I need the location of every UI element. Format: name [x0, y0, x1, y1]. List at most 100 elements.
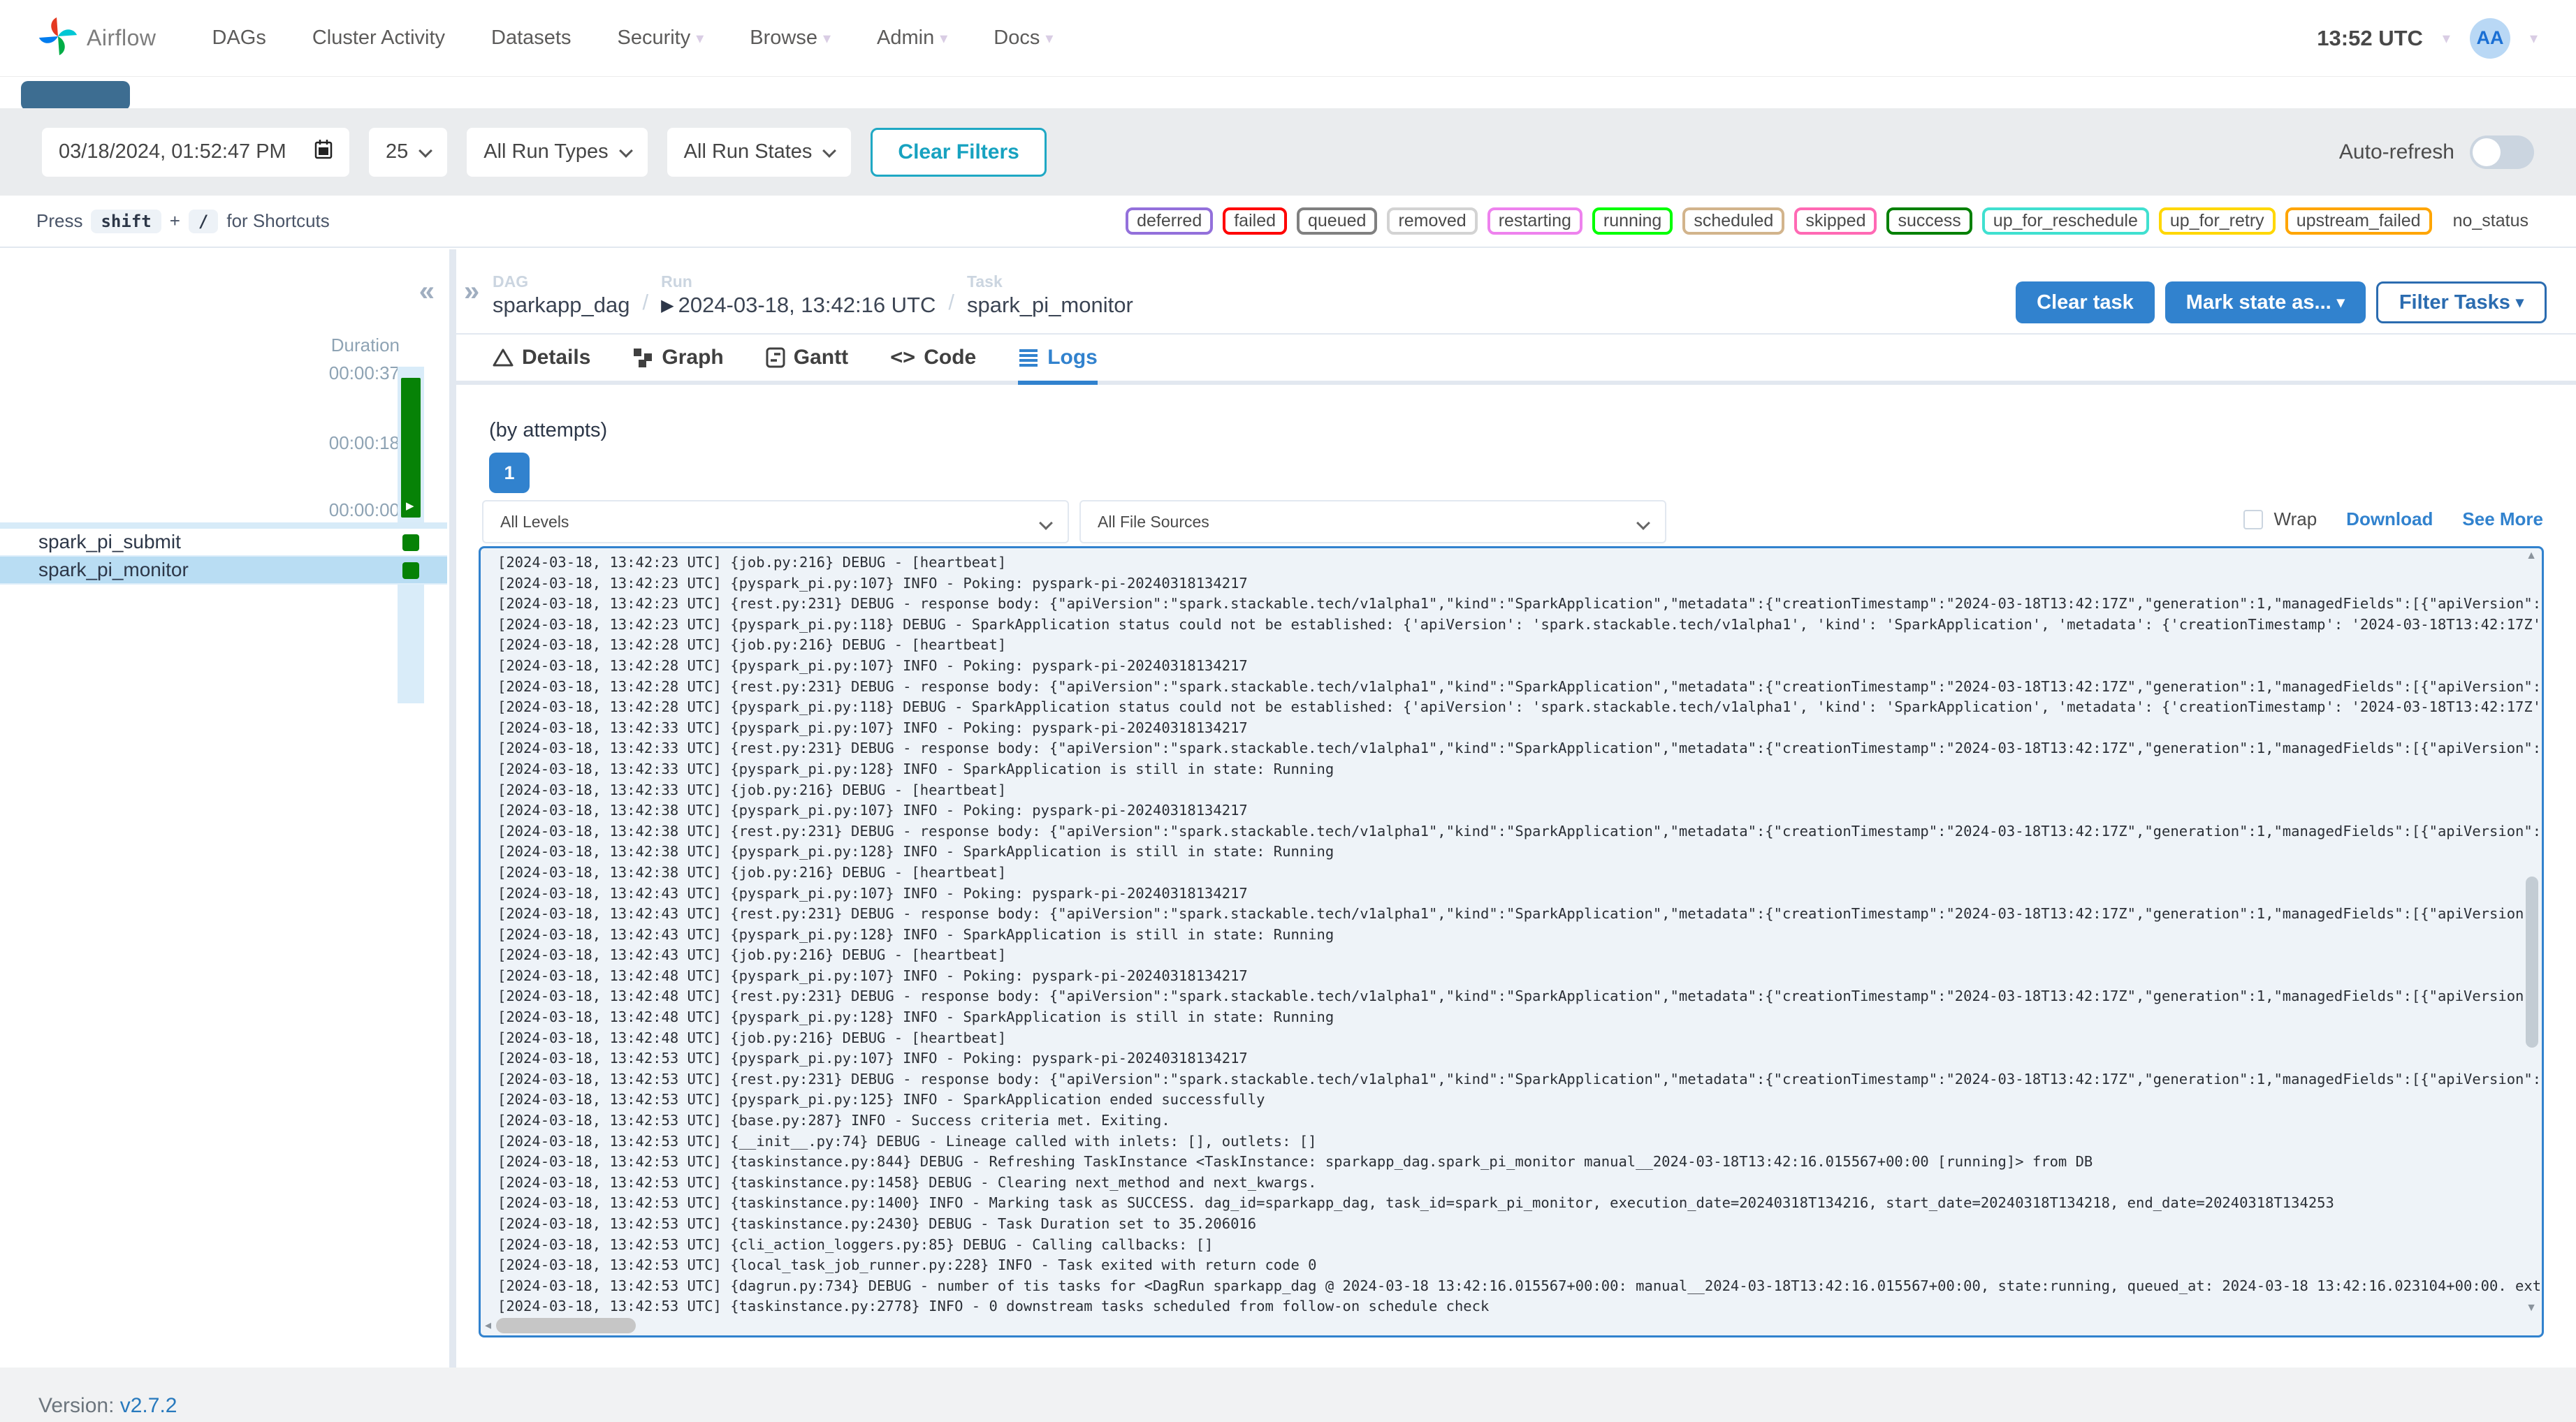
base-date-input[interactable]: 03/18/2024, 01:52:47 PM	[42, 127, 349, 177]
airflow-brand[interactable]: Airflow	[36, 15, 157, 61]
scroll-down-arrow-icon[interactable]: ▼	[2526, 1302, 2537, 1314]
utc-clock[interactable]: 13:52 UTC	[2317, 26, 2423, 51]
manual-run-play-icon: ▶	[406, 500, 414, 512]
tab-code[interactable]: <> Code	[890, 345, 976, 385]
grid-sidebar: « Duration 00:00:37 00:00:18 00:00:00 ▶ …	[0, 249, 447, 1367]
file-source-select[interactable]: All File Sources	[1079, 500, 1666, 543]
log-line: [2024-03-18, 13:42:53 UTC] {taskinstance…	[497, 1194, 2334, 1212]
horizontal-scrollbar-thumb[interactable]	[496, 1318, 636, 1333]
clear-task-button[interactable]: Clear task	[2016, 281, 2155, 323]
status-badge-queued: queued	[1297, 207, 1378, 235]
nav-docs[interactable]: Docs ▾	[994, 27, 1053, 50]
nav-admin[interactable]: Admin ▾	[877, 27, 947, 50]
run-types-select[interactable]: All Run Types	[467, 127, 648, 177]
page-size-select[interactable]: 25	[369, 127, 448, 177]
partially-hidden-button[interactable]	[21, 81, 130, 110]
status-badge-upstream_failed: upstream_failed	[2285, 207, 2432, 235]
task-instance-square[interactable]	[402, 562, 419, 579]
task-instance-square[interactable]	[402, 534, 419, 551]
auto-refresh-toggle[interactable]	[2470, 135, 2534, 169]
log-lines: [2024-03-18, 13:42:23 UTC] {job.py:216} …	[481, 548, 2542, 1317]
wrap-toggle[interactable]: Wrap	[2243, 508, 2317, 530]
caret-down-icon: ▾	[1045, 29, 1054, 47]
caret-down-icon: ▾	[696, 29, 704, 47]
nav-cluster-activity[interactable]: Cluster Activity	[312, 27, 445, 50]
breadcrumb-separator: /	[642, 290, 649, 314]
duration-axis-label: Duration	[330, 335, 400, 356]
brand-text: Airflow	[87, 25, 157, 50]
see-more-link[interactable]: See More	[2462, 508, 2543, 530]
clear-filters-button[interactable]: Clear Filters	[871, 127, 1047, 177]
log-line: [2024-03-18, 13:42:48 UTC] {rest.py:231}…	[497, 988, 2544, 1005]
breadcrumb: DAG sparkapp_dag / Run ▶ 2024-03-18, 13:4…	[493, 272, 1133, 318]
caret-down-icon: ▾	[823, 29, 831, 47]
vertical-scrollbar-thumb[interactable]	[2526, 877, 2538, 1048]
log-line: [2024-03-18, 13:42:53 UTC] {rest.py:231}…	[497, 1070, 2544, 1087]
log-line: [2024-03-18, 13:42:48 UTC] {pyspark_pi.p…	[497, 967, 1248, 984]
breadcrumb-dag[interactable]: DAG sparkapp_dag	[493, 272, 630, 318]
log-line: [2024-03-18, 13:42:43 UTC] {pyspark_pi.p…	[497, 925, 1334, 943]
log-line: [2024-03-18, 13:42:33 UTC] {rest.py:231}…	[497, 740, 2544, 757]
log-output-box[interactable]: [2024-03-18, 13:42:23 UTC] {job.py:216} …	[479, 546, 2544, 1337]
log-line: [2024-03-18, 13:42:53 UTC] {pyspark_pi.p…	[497, 1091, 1265, 1108]
wrap-checkbox[interactable]	[2243, 509, 2263, 529]
nav-datasets[interactable]: Datasets	[491, 27, 571, 50]
mark-state-as-button[interactable]: Mark state as... ▾	[2164, 281, 2366, 323]
log-line: [2024-03-18, 13:42:28 UTC] {job.py:216} …	[497, 636, 1007, 654]
user-avatar[interactable]: AA	[2469, 17, 2510, 59]
log-line: [2024-03-18, 13:42:33 UTC] {pyspark_pi.p…	[497, 760, 1334, 777]
collapse-sidebar-icon[interactable]: «	[419, 276, 435, 307]
log-line: [2024-03-18, 13:42:53 UTC] {local_task_j…	[497, 1256, 1317, 1274]
code-icon: <>	[890, 345, 916, 369]
scroll-up-arrow-icon[interactable]: ▲	[2526, 550, 2537, 562]
task-row-spark_pi_submit[interactable]: spark_pi_submit	[0, 529, 447, 557]
tab-gantt[interactable]: Gantt	[766, 345, 848, 385]
panel-divider[interactable]	[449, 249, 456, 1368]
calendar-icon[interactable]	[314, 139, 333, 166]
log-line: [2024-03-18, 13:42:33 UTC] {pyspark_pi.p…	[497, 719, 1248, 736]
status-badge-up_for_retry: up_for_retry	[2158, 207, 2276, 235]
navbar-right: 13:52 UTC ▾ AA ▾	[2317, 17, 2538, 59]
caret-down-icon: ▾	[2336, 293, 2345, 311]
download-log-link[interactable]: Download	[2346, 508, 2433, 530]
chevron-down-icon	[1039, 516, 1053, 530]
log-line: [2024-03-18, 13:42:53 UTC] {taskinstance…	[497, 1153, 2093, 1171]
logs-icon	[1019, 349, 1038, 367]
log-line: [2024-03-18, 13:42:53 UTC] {cli_action_l…	[497, 1236, 1214, 1253]
nav-browse[interactable]: Browse ▾	[750, 27, 831, 50]
scroll-left-arrow-icon[interactable]: ◂	[485, 1318, 491, 1333]
log-line: [2024-03-18, 13:42:53 UTC] {taskinstance…	[497, 1173, 1317, 1191]
nav-dags[interactable]: DAGs	[212, 27, 266, 50]
log-line: [2024-03-18, 13:42:38 UTC] {pyspark_pi.p…	[497, 843, 1334, 860]
breadcrumb-run[interactable]: Run ▶ 2024-03-18, 13:42:16 UTC	[661, 272, 936, 318]
filter-bar: 03/18/2024, 01:52:47 PM 25 All Run Types…	[0, 108, 2576, 196]
attempt-1-button[interactable]: 1	[489, 453, 530, 493]
details-icon	[493, 349, 514, 366]
log-line: [2024-03-18, 13:42:28 UTC] {pyspark_pi.p…	[497, 698, 2544, 716]
version-label: Version:	[38, 1394, 115, 1417]
tab-graph[interactable]: Graph	[632, 345, 724, 385]
task-row-spark_pi_monitor[interactable]: spark_pi_monitor	[0, 557, 447, 585]
run-duration-bar[interactable]: ▶	[401, 378, 421, 518]
expand-panel-icon[interactable]: »	[464, 276, 479, 307]
filter-tasks-button[interactable]: Filter Tasks ▾	[2375, 281, 2547, 323]
log-line: [2024-03-18, 13:42:38 UTC] {job.py:216} …	[497, 863, 1007, 881]
tab-logs[interactable]: Logs	[1018, 345, 1098, 385]
slash-key: /	[188, 209, 219, 233]
header-divider	[456, 333, 2576, 335]
log-level-select[interactable]: All Levels	[482, 500, 1069, 543]
tab-details[interactable]: Details	[493, 345, 590, 385]
version-link[interactable]: v2.7.2	[120, 1394, 177, 1417]
status-badge-scheduled: scheduled	[1682, 207, 1785, 235]
status-legend: deferred failed queued removed restarting run…	[1126, 207, 2540, 235]
run-states-select[interactable]: All Run States	[667, 127, 852, 177]
caret-down-icon[interactable]: ▾	[2443, 29, 2450, 47]
caret-down-icon[interactable]: ▾	[2530, 29, 2538, 47]
status-badge-running: running	[1592, 207, 1673, 235]
task-action-buttons: Clear task Mark state as... ▾ Filter Tas…	[2016, 281, 2547, 323]
log-line: [2024-03-18, 13:42:33 UTC] {job.py:216} …	[497, 781, 1007, 798]
log-line: [2024-03-18, 13:42:28 UTC] {pyspark_pi.p…	[497, 657, 1248, 674]
log-line: [2024-03-18, 13:42:48 UTC] {pyspark_pi.p…	[497, 1009, 1334, 1026]
breadcrumb-task[interactable]: Task spark_pi_monitor	[967, 272, 1133, 318]
nav-security[interactable]: Security ▾	[617, 27, 704, 50]
